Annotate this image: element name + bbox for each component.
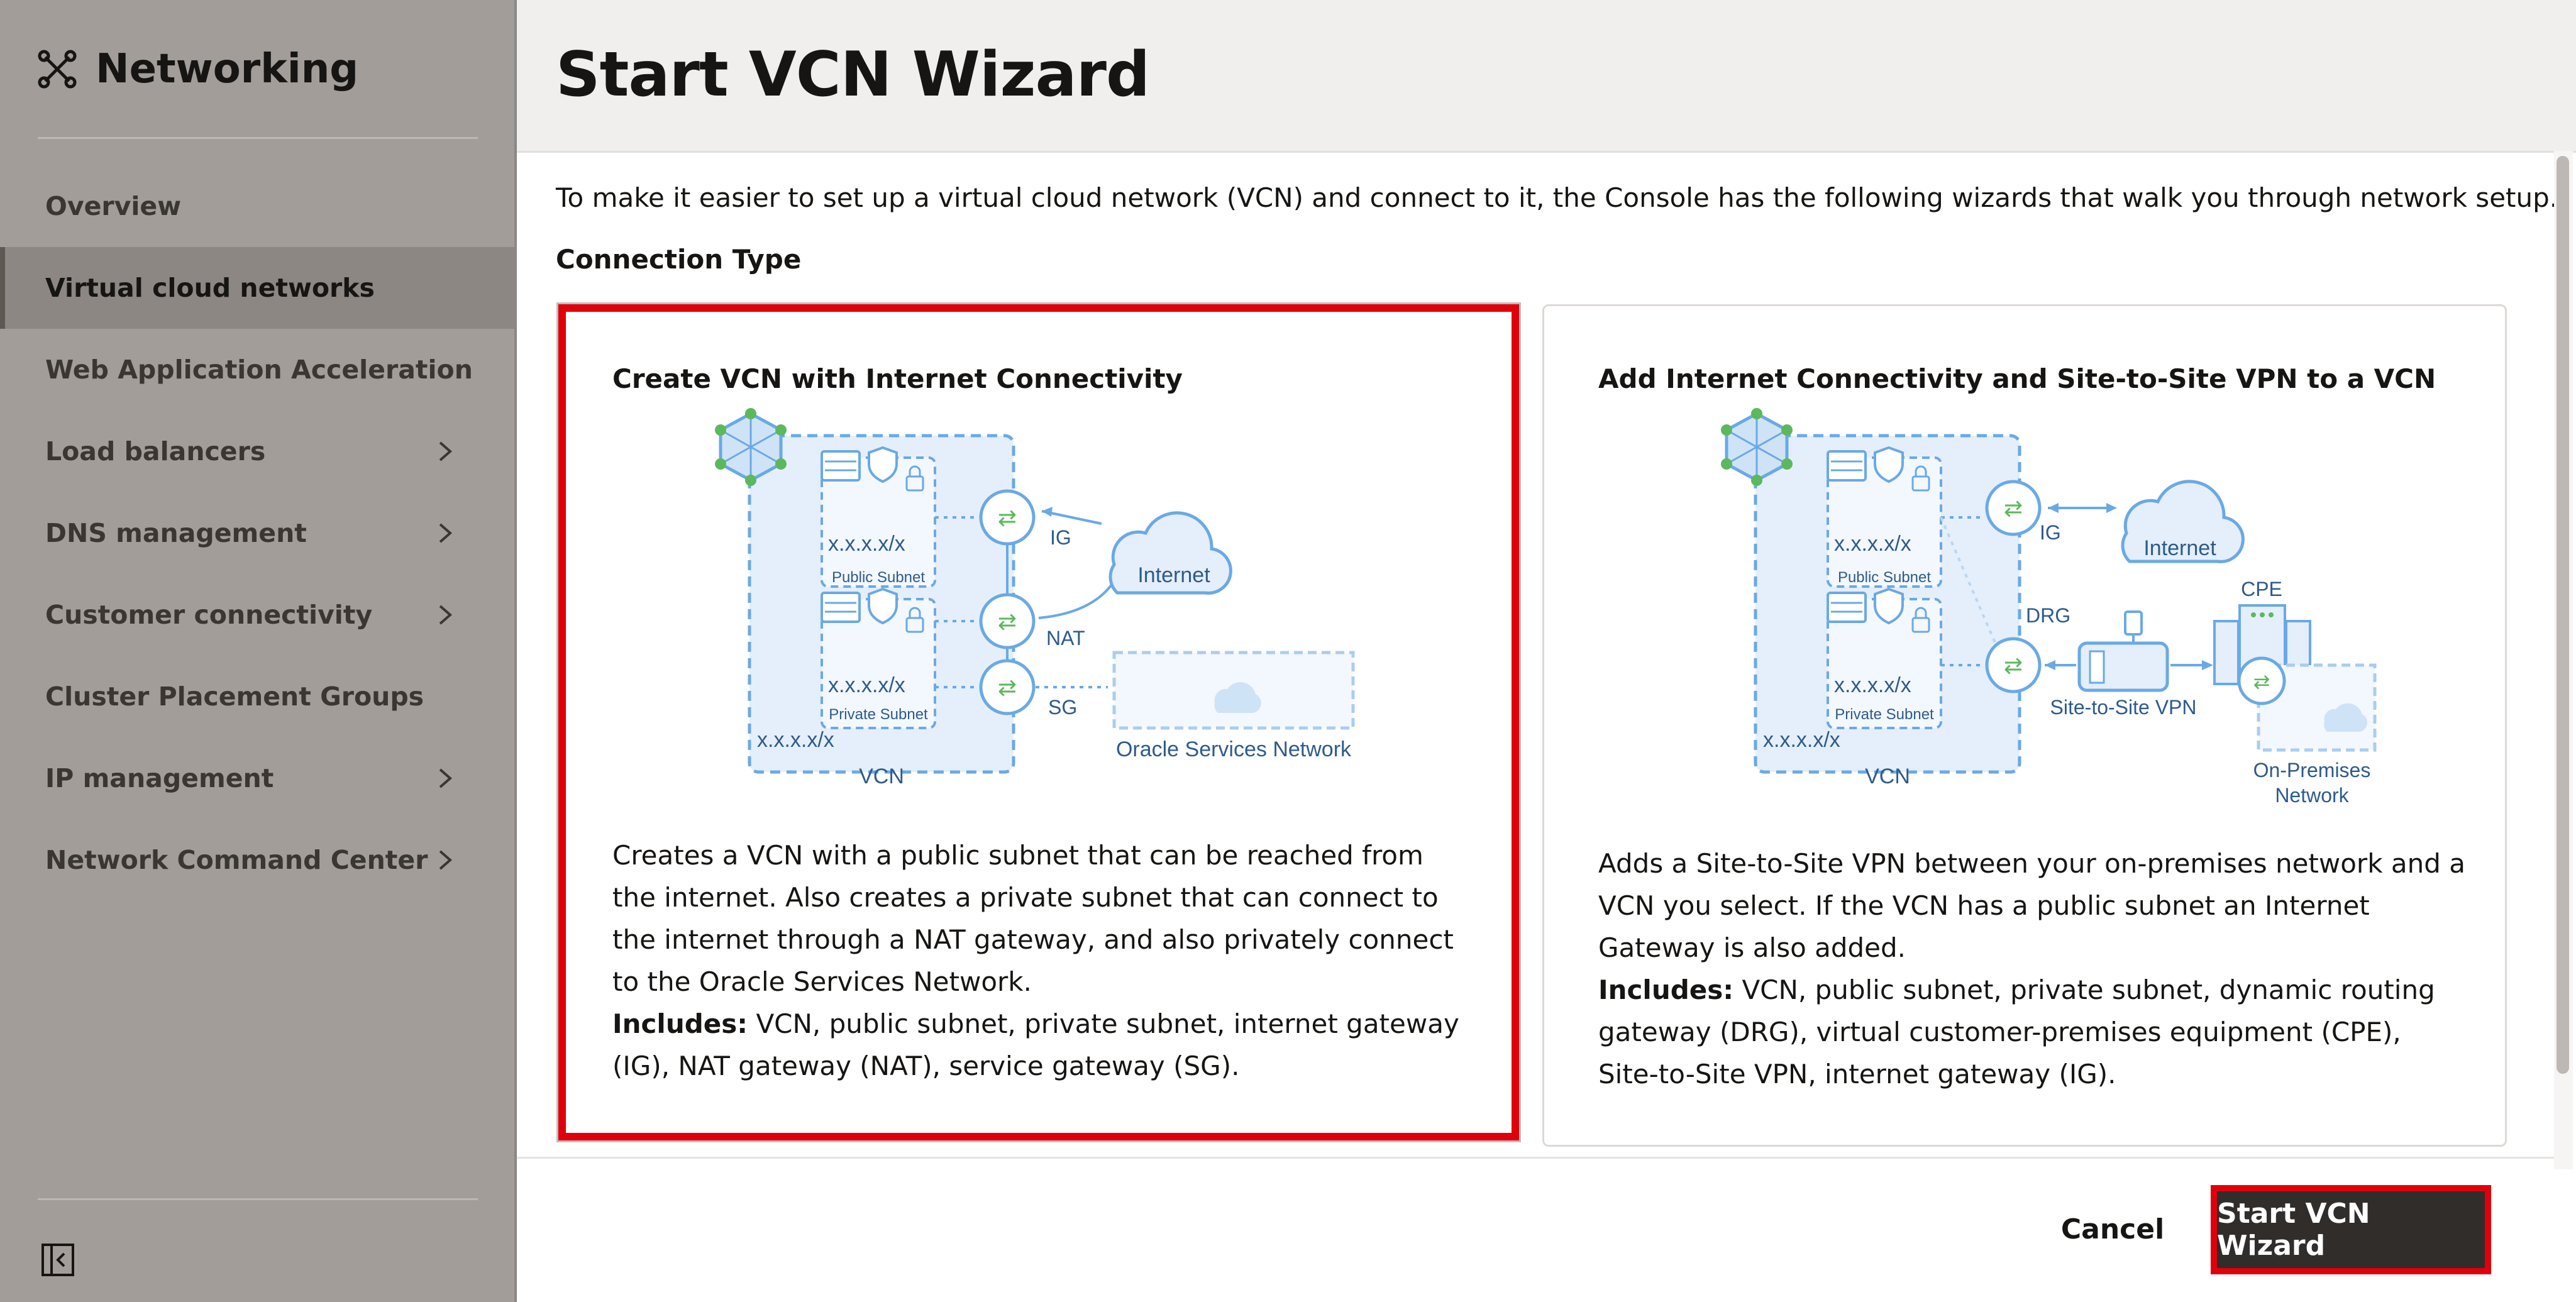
connection-type-label: Connection Type bbox=[556, 244, 802, 275]
svg-text:Site-to-Site VPN: Site-to-Site VPN bbox=[2050, 696, 2197, 719]
sidebar-item-label: IP management bbox=[45, 763, 274, 793]
includes-label: Includes: bbox=[1598, 974, 1734, 1005]
svg-text:Internet: Internet bbox=[2143, 536, 2216, 560]
collapse-sidebar-icon[interactable] bbox=[40, 1242, 75, 1277]
sidebar-item-label: Customer connectivity bbox=[45, 600, 373, 630]
sidebar-item-virtual-cloud-networks[interactable]: Virtual cloud networks bbox=[0, 247, 514, 329]
internet-gateway-icon: ⇄ bbox=[979, 489, 1036, 546]
svg-text:Oracle Services Network: Oracle Services Network bbox=[1116, 737, 1352, 761]
svg-text:IG: IG bbox=[1050, 526, 1071, 549]
svg-text:x.x.x.x/x: x.x.x.x/x bbox=[757, 728, 834, 752]
svg-text:Private Subnet: Private Subnet bbox=[1835, 706, 1934, 723]
chevron-right-icon bbox=[439, 768, 453, 788]
sidebar-item-load-balancers[interactable]: Load balancers bbox=[0, 411, 514, 492]
sidebar-header: Networking bbox=[38, 38, 358, 101]
server-icon bbox=[1827, 450, 1867, 482]
page-title: Start VCN Wizard bbox=[556, 39, 1150, 111]
card-title: Create VCN with Internet Connectivity bbox=[612, 363, 1183, 394]
chevron-right-icon bbox=[439, 850, 453, 870]
intro-text: To make it easier to set up a virtual cl… bbox=[556, 182, 2558, 213]
dynamic-routing-gateway-icon: ⇄ bbox=[1985, 637, 2042, 693]
networking-icon bbox=[38, 50, 77, 89]
sidebar-item-ip-management[interactable]: IP management bbox=[0, 737, 514, 819]
card-description: Adds a Site-to-Site VPN between your on-… bbox=[1598, 842, 2466, 1095]
card-description: Creates a VCN with a public subnet that … bbox=[612, 834, 1474, 1087]
sidebar-item-label: Virtual cloud networks bbox=[45, 273, 375, 303]
card-title: Add Internet Connectivity and Site-to-Si… bbox=[1598, 363, 2436, 394]
sidebar-item-label: Load balancers bbox=[45, 436, 266, 466]
chevron-right-icon bbox=[439, 441, 453, 461]
svg-text:SG: SG bbox=[1048, 696, 1077, 719]
svg-text:VCN: VCN bbox=[859, 764, 904, 788]
shield-icon bbox=[868, 446, 898, 483]
sidebar-item-label: Cluster Placement Groups bbox=[45, 681, 424, 712]
svg-text:x.x.x.x/x: x.x.x.x/x bbox=[828, 532, 905, 556]
cpe-gateway-icon: ⇄ bbox=[2237, 656, 2286, 705]
footer-divider bbox=[517, 1157, 2554, 1159]
internet-gateway-icon: ⇄ bbox=[1985, 480, 2042, 536]
svg-text:On-Premises: On-Premises bbox=[2253, 759, 2371, 781]
vcn-vpn-diagram: x.x.x.x/x Public Subnet x.x.x.x/x Privat… bbox=[1721, 408, 2377, 807]
server-icon bbox=[821, 592, 861, 623]
shield-icon bbox=[1874, 587, 1904, 625]
scrollbar-thumb[interactable] bbox=[2557, 156, 2569, 1074]
sidebar-divider bbox=[38, 1198, 478, 1200]
chevron-right-icon bbox=[439, 605, 453, 625]
svg-text:⇄: ⇄ bbox=[2253, 670, 2270, 693]
svg-text:Public Subnet: Public Subnet bbox=[1838, 569, 1931, 586]
svg-text:⇄: ⇄ bbox=[2004, 495, 2023, 521]
svg-text:NAT: NAT bbox=[1046, 627, 1085, 649]
svg-text:⇄: ⇄ bbox=[998, 609, 1017, 634]
svg-text:Network: Network bbox=[2275, 784, 2349, 807]
svg-text:x.x.x.x/x: x.x.x.x/x bbox=[1834, 673, 1911, 697]
svg-text:x.x.x.x/x: x.x.x.x/x bbox=[1834, 532, 1911, 556]
svg-text:CPE: CPE bbox=[2241, 578, 2282, 600]
service-gateway-icon: ⇄ bbox=[979, 659, 1036, 715]
shield-icon bbox=[1874, 446, 1904, 483]
sidebar-item-label: Overview bbox=[45, 191, 182, 221]
sidebar-item-overview[interactable]: Overview bbox=[0, 165, 514, 247]
vcn-internet-diagram: x.x.x.x/x Public Subnet x.x.x.x/x Privat… bbox=[715, 408, 1355, 788]
svg-text:DRG: DRG bbox=[2026, 604, 2070, 627]
svg-text:x.x.x.x/x: x.x.x.x/x bbox=[1763, 728, 1840, 752]
sidebar-title: Networking bbox=[96, 46, 359, 92]
svg-text:⇄: ⇄ bbox=[998, 675, 1017, 700]
card-description-text: Adds a Site-to-Site VPN between your on-… bbox=[1598, 848, 2465, 963]
sidebar-item-label: Web Application Acceleration bbox=[45, 355, 473, 385]
svg-text:⇄: ⇄ bbox=[998, 505, 1017, 531]
sidebar-item-label: DNS management bbox=[45, 518, 307, 548]
svg-text:x.x.x.x/x: x.x.x.x/x bbox=[828, 673, 905, 697]
svg-text:⇄: ⇄ bbox=[2004, 653, 2023, 678]
nat-gateway-icon: ⇄ bbox=[979, 593, 1036, 649]
shield-icon bbox=[868, 587, 898, 625]
sidebar-divider bbox=[38, 137, 478, 139]
sidebar-item-dns-management[interactable]: DNS management bbox=[0, 492, 514, 574]
svg-text:Internet: Internet bbox=[1137, 563, 1210, 587]
sidebar-item-label: Network Command Center bbox=[45, 845, 428, 875]
sidebar-item-customer-connectivity[interactable]: Customer connectivity bbox=[0, 574, 514, 656]
sidebar-item-network-command-center[interactable]: Network Command Center bbox=[0, 819, 514, 901]
cancel-button[interactable]: Cancel bbox=[2050, 1191, 2175, 1267]
svg-text:VCN: VCN bbox=[1865, 764, 1910, 788]
chevron-right-icon bbox=[439, 523, 453, 543]
sidebar-item-cluster-placement-groups[interactable]: Cluster Placement Groups bbox=[0, 656, 514, 737]
includes-label: Includes: bbox=[612, 1008, 748, 1039]
sidebar-item-web-application-acceleration[interactable]: Web Application Acceleration bbox=[0, 329, 514, 411]
svg-text:Public Subnet: Public Subnet bbox=[832, 569, 925, 586]
server-icon bbox=[821, 450, 861, 482]
card-description-text: Creates a VCN with a public subnet that … bbox=[612, 840, 1454, 997]
server-icon bbox=[1827, 592, 1867, 623]
svg-text:Private Subnet: Private Subnet bbox=[829, 706, 928, 723]
svg-text:IG: IG bbox=[2040, 521, 2061, 544]
sidebar: Networking Overview Virtual cloud networ… bbox=[0, 0, 517, 1302]
start-vcn-wizard-button[interactable]: Start VCN Wizard bbox=[2211, 1185, 2491, 1274]
